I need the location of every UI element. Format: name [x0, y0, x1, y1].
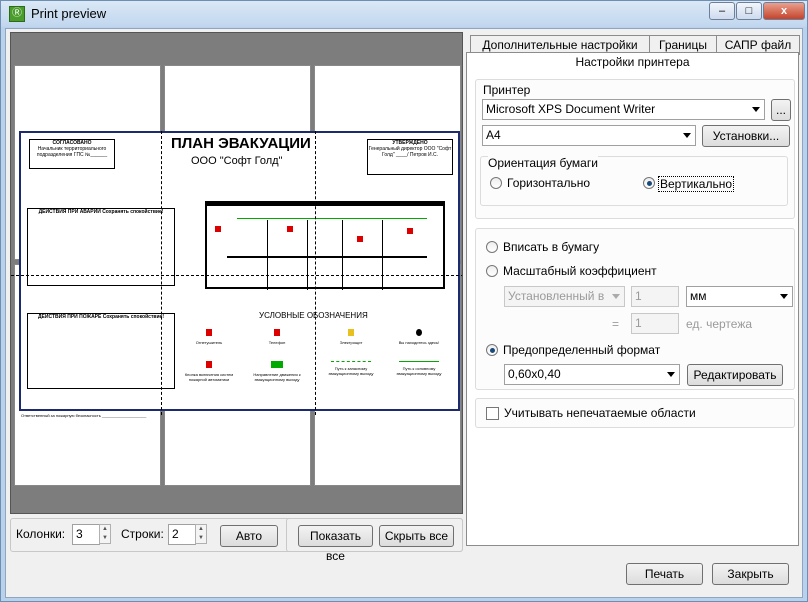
tab-printer-settings[interactable]: Настройки принтера: [467, 55, 798, 69]
landscape-radio[interactable]: [490, 177, 502, 189]
legend-main-exit-path: Путь к основному эвакуационному выходу: [391, 361, 447, 376]
nonprintable-label[interactable]: Учитывать непечатаемые области: [504, 406, 696, 420]
window-title: Print preview: [31, 6, 107, 21]
drawing-units-input[interactable]: 1: [631, 313, 679, 334]
page-break-vertical: [161, 131, 162, 415]
fire-heading: ДЕЙСТВИЯ ПРИ ПОЖАРЕ Сохранять спокойстви…: [38, 314, 164, 320]
approved-text: Генеральный директор ООО "Софт Голд" ___…: [368, 146, 452, 158]
legend-switchboard: Электрощит: [323, 329, 379, 345]
columns-spinner[interactable]: ▲ ▼: [99, 524, 111, 544]
accident-heading: ДЕЙСТВИЯ ПРИ АВАРИИ Сохранять спокойстви…: [38, 209, 164, 215]
nonprintable-group: Учитывать непечатаемые области: [475, 398, 795, 428]
scale-value-input[interactable]: 1: [631, 286, 679, 307]
rows-label: Строки:: [121, 527, 164, 541]
approved-box: УТВЕРЖДЕНО Генеральный директор ООО "Софт…: [367, 139, 453, 175]
fit-to-paper-radio[interactable]: [486, 241, 498, 253]
scale-unit-select[interactable]: мм: [686, 286, 793, 307]
page-break-vertical: [315, 131, 316, 415]
orientation-label: Ориентация бумаги: [488, 156, 598, 170]
close-button[interactable]: Закрыть: [712, 563, 789, 585]
legend-fire-button: Кнопка включения систем пожарной автомат…: [181, 361, 237, 382]
agreed-text: Начальник территориального подразделения…: [36, 146, 108, 158]
app-icon: Ⓡ: [9, 6, 25, 22]
close-window-button[interactable]: x: [763, 2, 805, 20]
printer-select[interactable]: Microsoft XPS Document Writer: [482, 99, 765, 120]
predefined-format-select[interactable]: 0,60x0,40: [504, 364, 680, 385]
print-button[interactable]: Печать: [626, 563, 703, 585]
legend-spare-exit-path: Путь к запасному эвакуационному выходу: [323, 361, 379, 376]
printer-browse-button[interactable]: ...: [771, 99, 791, 121]
printer-group: Принтер Microsoft XPS Document Writer ..…: [475, 79, 795, 219]
orientation-group: Ориентация бумаги Горизонтально Вертикал…: [480, 156, 788, 206]
hide-all-button[interactable]: Скрыть все: [379, 525, 454, 547]
drawing-units-label: ед. чертежа: [686, 317, 753, 331]
plan-company: ООО "Софт Голд": [191, 155, 283, 167]
maximize-button[interactable]: □: [736, 2, 762, 20]
rows-spinner[interactable]: ▲ ▼: [195, 524, 207, 544]
print-preview-area[interactable]: СОГЛАСОВАНО Начальник территориального по…: [10, 32, 463, 514]
client-area: СОГЛАСОВАНО Начальник территориального по…: [5, 28, 803, 598]
paper-size-select[interactable]: A4: [482, 125, 696, 146]
minimize-button[interactable]: –: [709, 2, 735, 20]
responsible-note: Ответственный за пожарную безопасность _…: [21, 413, 147, 418]
legend-you-are-here: Вы находитесь здесь!: [391, 329, 447, 345]
scale-factor-radio[interactable]: [486, 265, 498, 277]
fire-actions-box: ДЕЙСТВИЯ ПРИ ПОЖАРЕ Сохранять спокойстви…: [27, 313, 175, 389]
rows-input[interactable]: 2: [168, 524, 196, 545]
portrait-radio[interactable]: [643, 177, 655, 189]
auto-button[interactable]: Авто: [220, 525, 278, 547]
portrait-label[interactable]: Вертикально: [658, 176, 735, 192]
plan-title: ПЛАН ЭВАКУАЦИИ: [171, 135, 311, 152]
scale-mode-select[interactable]: Установленный в: [504, 286, 625, 307]
printer-setup-button[interactable]: Установки...: [702, 125, 790, 147]
fit-to-paper-label[interactable]: Вписать в бумагу: [503, 240, 599, 254]
predefined-format-label[interactable]: Предопределенный формат: [503, 343, 660, 357]
legend-extinguisher: Огнетушитель: [181, 329, 237, 345]
show-all-button[interactable]: Показать все: [298, 525, 373, 563]
scale-group: Вписать в бумагу Масштабный коэффициент …: [475, 228, 795, 390]
edit-format-button[interactable]: Редактировать: [687, 364, 783, 386]
printer-settings-panel: Настройки принтера Принтер Microsoft XPS…: [466, 52, 799, 546]
scale-factor-label[interactable]: Масштабный коэффициент: [503, 264, 657, 278]
print-preview-window: Ⓡ Print preview – □ x СОГЛАСОВАНО Начальн…: [0, 0, 808, 602]
legend-exit-direction: Направление движения к эвакуационному вы…: [249, 361, 305, 382]
landscape-label[interactable]: Горизонтально: [507, 176, 590, 190]
nonprintable-checkbox[interactable]: [486, 407, 499, 420]
columns-input[interactable]: 3: [72, 524, 100, 545]
legend-title: УСЛОВНЫЕ ОБОЗНАЧЕНИЯ: [259, 311, 368, 320]
printer-label: Принтер: [483, 83, 531, 97]
agreed-box: СОГЛАСОВАНО Начальник территориального по…: [29, 139, 115, 169]
page-break-horizontal: [11, 275, 462, 276]
predefined-format-radio[interactable]: [486, 344, 498, 356]
columns-label: Колонки:: [16, 527, 66, 541]
evacuation-plan-drawing: СОГЛАСОВАНО Начальник территориального по…: [19, 131, 460, 411]
legend-phone: Телефон: [249, 329, 305, 345]
visibility-controls: Показать все Скрыть все: [286, 518, 463, 563]
equals-sign: =: [612, 317, 620, 331]
title-bar: Ⓡ Print preview – □ x: [1, 1, 807, 27]
